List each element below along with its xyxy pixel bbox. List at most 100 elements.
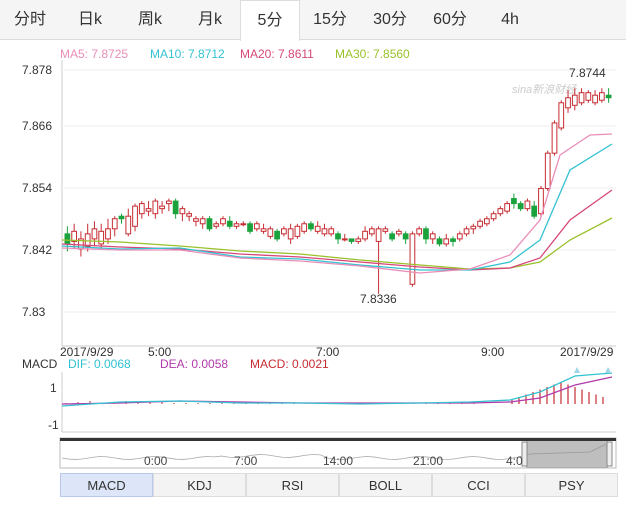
candle [111,216,118,237]
candle [98,223,105,249]
candle [193,216,199,227]
candle [159,201,165,214]
macd-dif-value: DIF: 0.0068 [68,357,131,371]
period-tab[interactable]: 5分 [240,0,300,41]
candle [199,216,206,229]
candle [233,221,240,229]
indicator-tab[interactable]: CCI [432,473,525,497]
candlestick-chart[interactable]: 7.878 7.866 7.854 7.842 7.83 sina新浪财经 7.8744… [0,40,626,480]
time-tick: 2017/9/29 [560,345,614,359]
candle [429,231,436,244]
period-tab[interactable]: 4h [480,0,540,40]
indicator-tab[interactable]: PSY [525,473,618,497]
candle [321,223,328,237]
candle [423,226,429,244]
candle [375,226,382,294]
candle [132,203,138,232]
sina-watermark: sina新浪财经 [512,83,577,96]
candle [483,216,490,227]
macd-title: MACD [22,357,58,371]
macd-dif-line [61,372,613,407]
candle [544,150,551,191]
candle [585,90,592,103]
macd-dea-value: DEA: 0.0058 [160,357,228,371]
price-tick: 7.878 [22,63,52,77]
candle [463,226,470,237]
indicator-tab[interactable]: MACD [60,473,153,497]
candle [294,223,301,239]
macd-axis-label-neg: -1 [48,418,59,432]
candle [138,201,145,219]
indicator-tab[interactable]: BOLL [339,473,432,497]
price-tick: 7.866 [22,119,52,133]
candle [260,223,267,234]
candle [78,231,84,257]
macd-axis-label-pos: 1 [50,381,57,395]
candle [314,221,321,234]
candle [402,231,409,244]
period-tabs: 分时 日k 周k 月k 5分 15分 30分 60分 4h [0,0,626,41]
candle [605,88,612,103]
candle [389,231,395,242]
candle [118,213,125,224]
candle [145,201,152,217]
candle [213,221,220,229]
candle [368,226,375,237]
candle [308,221,314,232]
price-tick: 7.83 [22,305,46,319]
navigator-tick: 14:00 [323,454,353,468]
macd-marker-icon [605,367,611,373]
candle [105,218,111,244]
candle [274,228,280,242]
candle [450,236,456,247]
period-tab[interactable]: 日k [60,0,120,40]
price-axis-labels: 7.878 7.866 7.854 7.842 7.83 [22,63,52,319]
period-tab[interactable]: 60分 [420,0,480,40]
indicator-tab[interactable]: RSI [246,473,339,497]
indicator-tab[interactable]: KDJ [153,473,246,497]
candle [517,201,524,212]
candle [301,221,308,234]
high-annotation: 7.8744 [569,66,606,80]
candle [226,216,233,229]
period-tab[interactable]: 分时 [0,0,60,40]
candle [125,208,132,237]
candle [253,221,260,232]
period-tab[interactable]: 月k [180,0,240,40]
candle [456,231,463,242]
candle [531,201,538,219]
navigator-left-handle[interactable] [521,441,528,467]
navigator-right-handle[interactable] [606,441,613,467]
period-tab[interactable]: 30分 [360,0,420,40]
price-tick: 7.854 [22,181,52,195]
candle [165,198,172,212]
candle [341,233,348,242]
candle [287,223,294,244]
candle [179,206,186,222]
candle [504,201,511,214]
price-gridlines [62,69,616,313]
candle [477,218,483,229]
macd-macd-value: MACD: 0.0021 [250,357,329,371]
candle [470,223,477,234]
candle [592,90,598,106]
candle [578,88,585,106]
candle [382,226,389,234]
candle [558,100,565,131]
navigator-tick: 7:00 [234,454,258,468]
navigator-tick: 4:0 [506,454,523,468]
candle [281,226,287,237]
candle [186,211,193,222]
period-tab[interactable]: 周k [120,0,180,40]
candle [91,221,98,247]
candle [220,216,226,227]
candle [416,226,423,237]
macd-marker-icon [574,367,580,373]
navigator-tick: 0:00 [144,454,168,468]
candle [511,193,517,209]
period-tab[interactable]: 15分 [300,0,360,40]
navigator-selection[interactable] [526,441,608,468]
candle [598,88,605,103]
candle [443,233,450,247]
candle [355,236,362,244]
